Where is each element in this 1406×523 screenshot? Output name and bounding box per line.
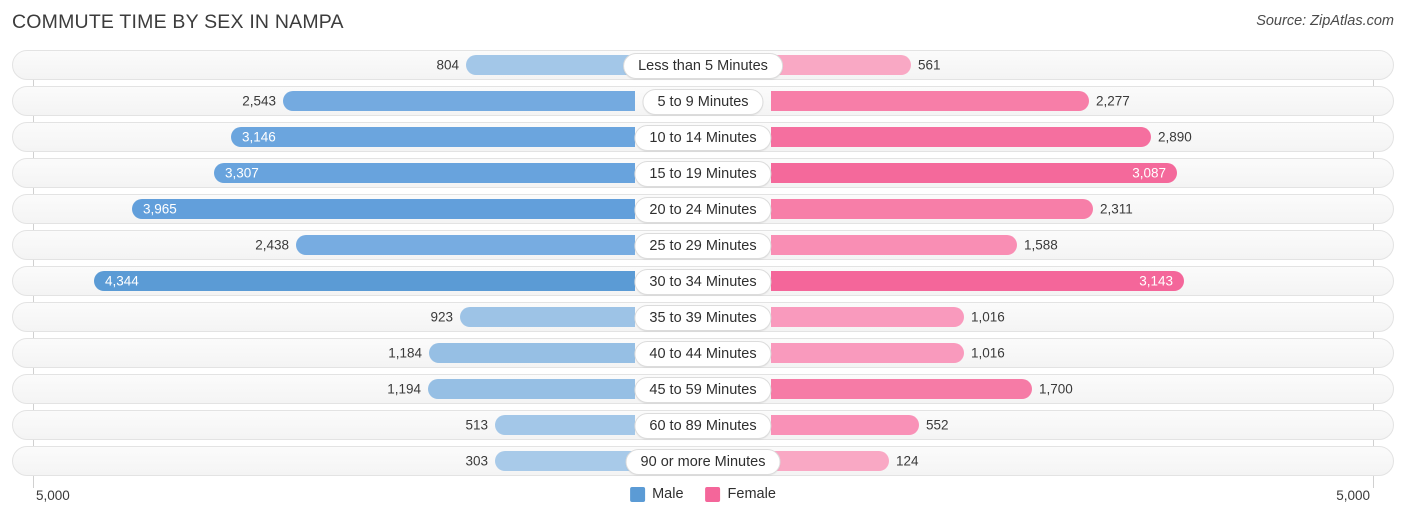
legend-label: Male: [652, 486, 684, 502]
bar-female[interactable]: 1,588: [771, 235, 1058, 255]
category-label: 5 to 9 Minutes: [642, 89, 764, 115]
table-row[interactable]: 303 124 90 or more Minutes: [12, 446, 1394, 476]
bar-female[interactable]: 1,700: [771, 379, 1073, 399]
bar-male[interactable]: 2,438: [255, 235, 635, 255]
bar-value-male: 303: [465, 453, 488, 469]
bar-female[interactable]: 1,016: [771, 343, 1005, 363]
bar-female[interactable]: 3,143: [771, 271, 1184, 291]
bar-value-male: 3,307: [225, 165, 259, 181]
category-label: 30 to 34 Minutes: [634, 269, 772, 295]
bar-value-female: 552: [926, 417, 949, 433]
bar-male[interactable]: 2,543: [242, 91, 635, 111]
bar-value-male: 2,543: [242, 93, 276, 109]
legend-item-female[interactable]: Female: [705, 486, 776, 502]
bar-value-male: 513: [465, 417, 488, 433]
bar-male[interactable]: 4,344: [94, 271, 635, 291]
table-row[interactable]: 3,965 2,311 20 to 24 Minutes: [12, 194, 1394, 224]
bar-value-male: 4,344: [105, 273, 139, 289]
source-attribution: Source: ZipAtlas.com: [1256, 13, 1394, 29]
table-row[interactable]: 3,307 3,087 15 to 19 Minutes: [12, 158, 1394, 188]
legend-item-male[interactable]: Male: [630, 486, 684, 502]
bar-value-female: 2,311: [1100, 201, 1133, 217]
axis-label-left: 5,000: [36, 488, 70, 503]
chart-footer: 5,000 5,000 Male Female: [12, 486, 1394, 514]
bar-value-male: 1,184: [388, 345, 422, 361]
bar-value-female: 1,588: [1024, 237, 1058, 253]
bar-rows-container: 804 561 Less than 5 Minutes 2,543 2,277 5 to …: [12, 50, 1394, 476]
bar-value-male: 1,194: [387, 381, 421, 397]
bar-female[interactable]: 3,087: [771, 163, 1177, 183]
legend-label: Female: [727, 486, 776, 502]
bar-value-female: 1,700: [1039, 381, 1073, 397]
category-label: 35 to 39 Minutes: [634, 305, 772, 331]
table-row[interactable]: 923 1,016 35 to 39 Minutes: [12, 302, 1394, 332]
bar-male[interactable]: 3,146: [231, 127, 635, 147]
category-label: 90 or more Minutes: [625, 449, 781, 475]
bar-male[interactable]: 804: [436, 55, 635, 75]
bar-value-male: 804: [436, 57, 459, 73]
bar-value-male: 2,438: [255, 237, 289, 253]
chart-header: COMMUTE TIME BY SEX IN NAMPA Source: Zip…: [0, 0, 1406, 46]
bar-male[interactable]: 3,965: [132, 199, 635, 219]
bar-male[interactable]: 923: [430, 307, 635, 327]
legend-swatch-icon: [705, 486, 721, 502]
bar-value-female: 3,143: [1139, 273, 1173, 289]
bar-female[interactable]: 552: [771, 415, 949, 435]
bar-value-female: 1,016: [971, 309, 1005, 325]
chart-page: COMMUTE TIME BY SEX IN NAMPA Source: Zip…: [0, 0, 1406, 523]
bar-male[interactable]: 1,184: [388, 343, 635, 363]
category-label: 40 to 44 Minutes: [634, 341, 772, 367]
bar-male[interactable]: 1,194: [387, 379, 635, 399]
axis-label-right: 5,000: [1336, 488, 1370, 503]
category-label: 20 to 24 Minutes: [634, 197, 772, 223]
bar-female[interactable]: 561: [771, 55, 941, 75]
table-row[interactable]: 2,543 2,277 5 to 9 Minutes: [12, 86, 1394, 116]
table-row[interactable]: 513 552 60 to 89 Minutes: [12, 410, 1394, 440]
category-label: 10 to 14 Minutes: [634, 125, 772, 151]
table-row[interactable]: 804 561 Less than 5 Minutes: [12, 50, 1394, 80]
category-label: 60 to 89 Minutes: [634, 413, 772, 439]
bar-value-male: 3,965: [143, 201, 177, 217]
bar-value-female: 561: [918, 57, 941, 73]
category-label: 25 to 29 Minutes: [634, 233, 772, 259]
legend-swatch-icon: [630, 486, 646, 502]
chart-plot-area: 804 561 Less than 5 Minutes 2,543 2,277 5 to …: [12, 50, 1394, 488]
bar-value-male: 3,146: [242, 129, 276, 145]
bar-male[interactable]: 513: [465, 415, 635, 435]
bar-female[interactable]: 124: [771, 451, 919, 471]
page-title: COMMUTE TIME BY SEX IN NAMPA: [12, 11, 344, 33]
bar-female[interactable]: 2,890: [771, 127, 1192, 147]
table-row[interactable]: 4,344 3,143 30 to 34 Minutes: [12, 266, 1394, 296]
bar-male[interactable]: 3,307: [214, 163, 635, 183]
bar-value-female: 1,016: [971, 345, 1005, 361]
table-row[interactable]: 1,194 1,700 45 to 59 Minutes: [12, 374, 1394, 404]
bar-female[interactable]: 2,311: [771, 199, 1133, 219]
category-label: Less than 5 Minutes: [623, 53, 783, 79]
bar-value-female: 124: [896, 453, 919, 469]
bar-female[interactable]: 2,277: [771, 91, 1130, 111]
bar-value-female: 3,087: [1132, 165, 1166, 181]
chart-legend: Male Female: [630, 486, 776, 502]
category-label: 15 to 19 Minutes: [634, 161, 772, 187]
table-row[interactable]: 3,146 2,890 10 to 14 Minutes: [12, 122, 1394, 152]
bar-female[interactable]: 1,016: [771, 307, 1005, 327]
bar-male[interactable]: 303: [465, 451, 635, 471]
bar-value-female: 2,890: [1158, 129, 1192, 145]
bar-value-male: 923: [430, 309, 453, 325]
table-row[interactable]: 1,184 1,016 40 to 44 Minutes: [12, 338, 1394, 368]
bar-value-female: 2,277: [1096, 93, 1130, 109]
category-label: 45 to 59 Minutes: [634, 377, 772, 403]
table-row[interactable]: 2,438 1,588 25 to 29 Minutes: [12, 230, 1394, 260]
